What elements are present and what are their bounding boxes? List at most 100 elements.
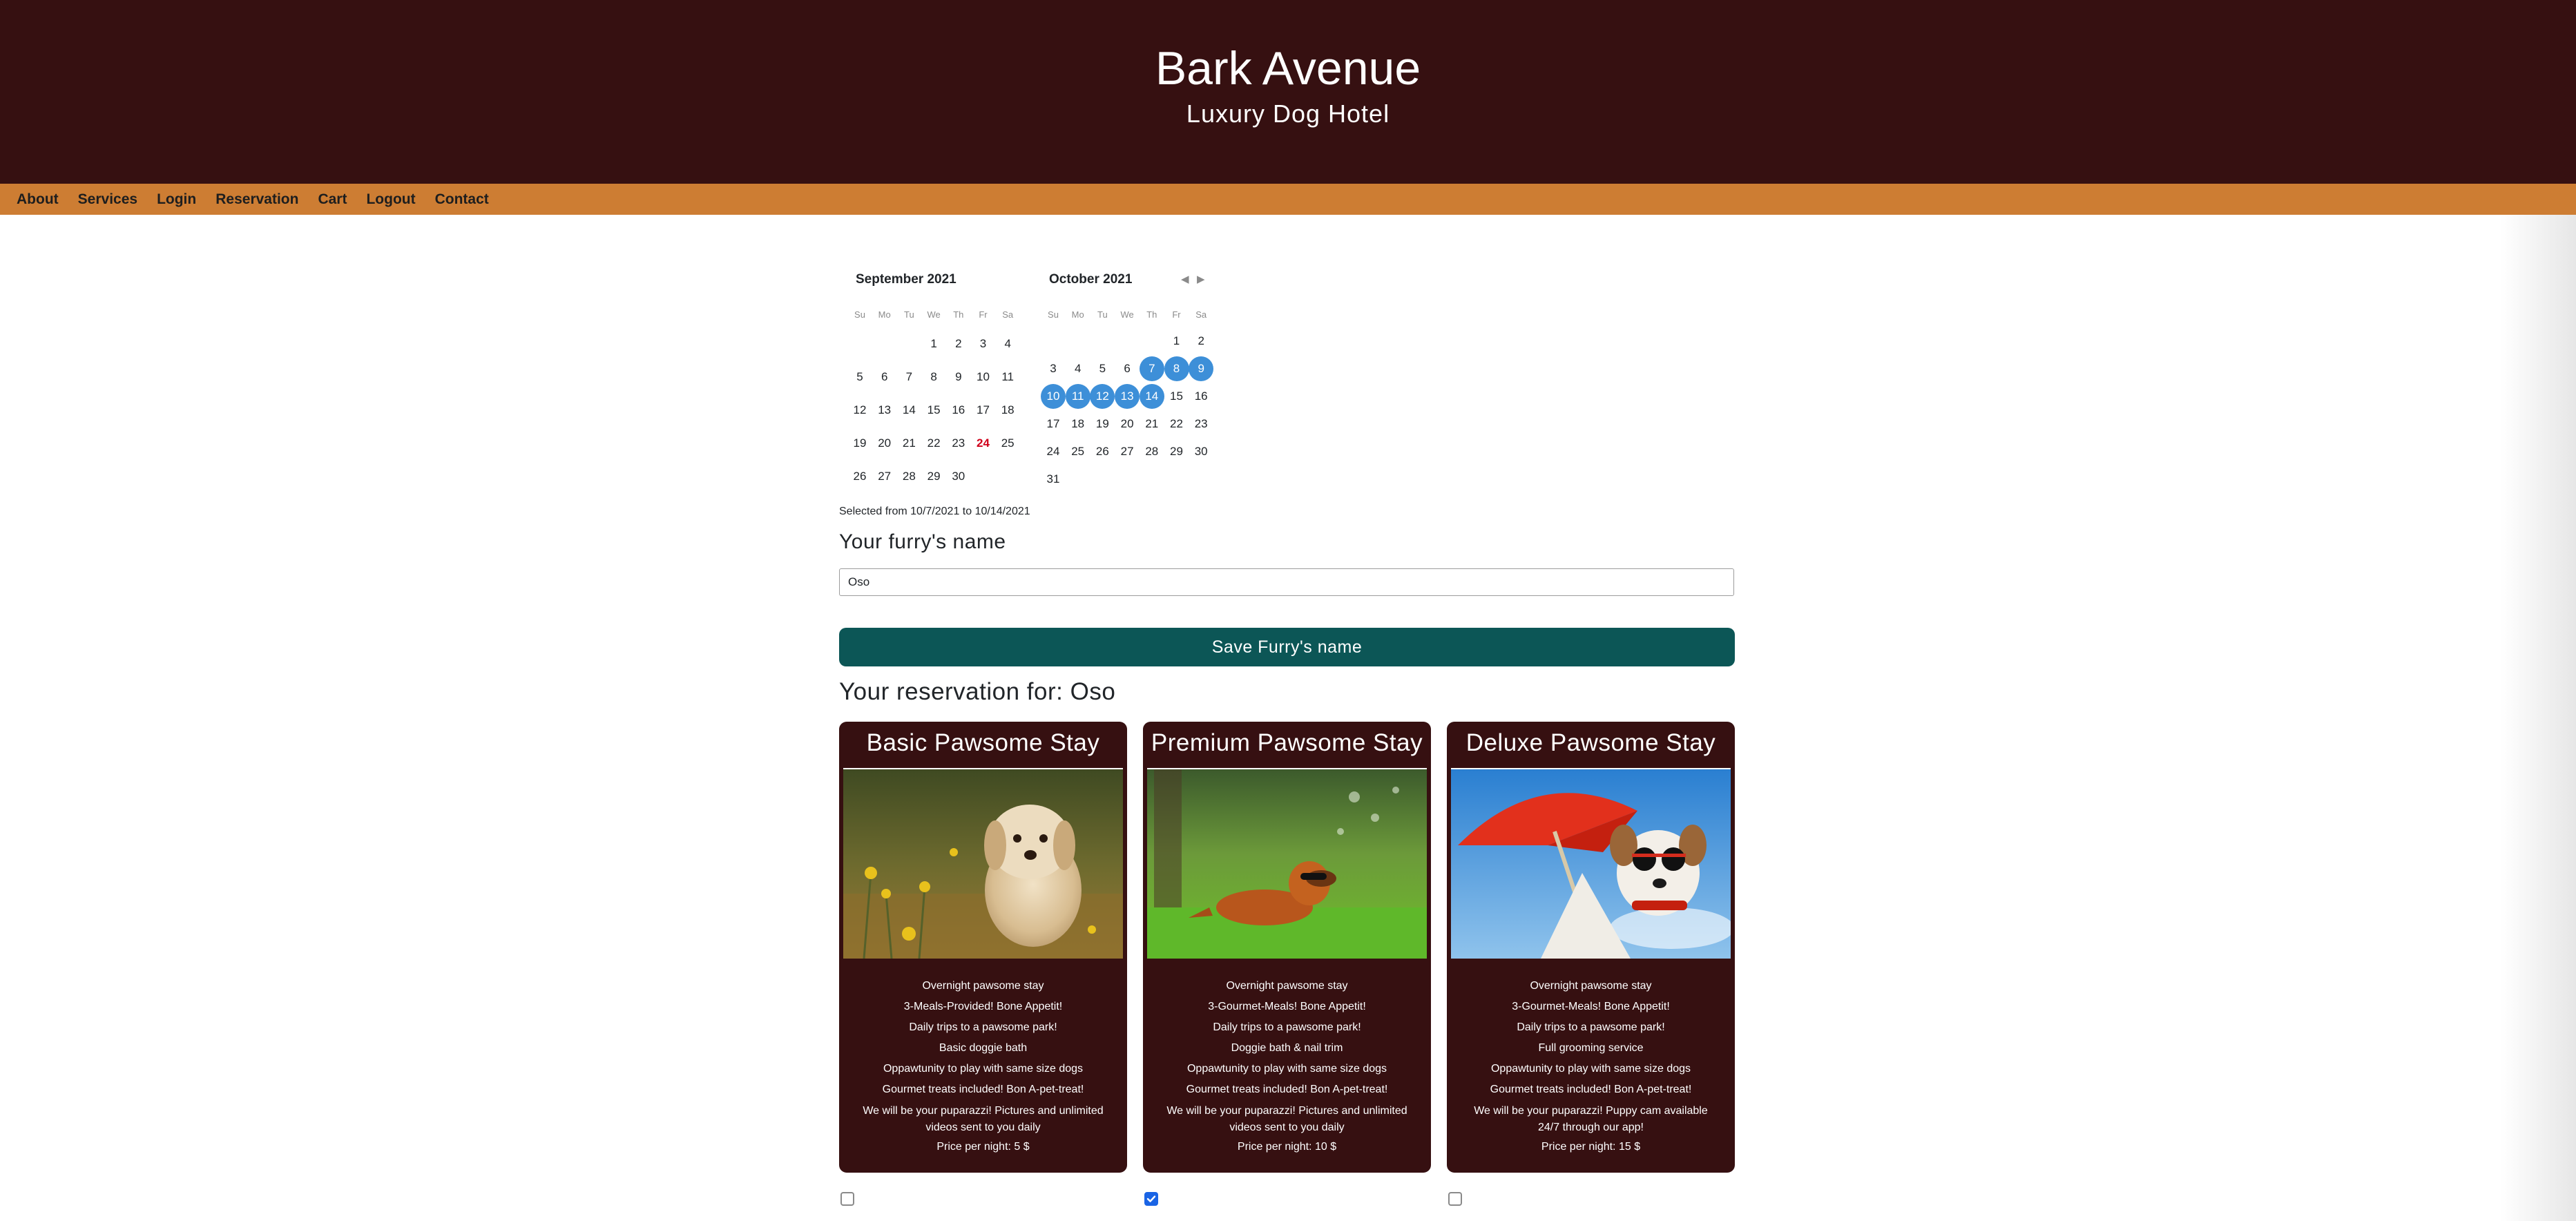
calendar-day[interactable]: 29 — [921, 464, 946, 489]
calendar-day[interactable]: 7 — [1139, 356, 1164, 381]
weekday-label: Sa — [1195, 309, 1207, 320]
calendar-day[interactable]: 9 — [946, 365, 971, 390]
calendar-day[interactable]: 27 — [1115, 439, 1140, 464]
calendar-day[interactable]: 3 — [1041, 356, 1066, 381]
calendar-day[interactable]: 14 — [896, 398, 921, 423]
site-title: Bark Avenue — [1155, 42, 1421, 95]
calendar-day[interactable]: 21 — [1140, 412, 1164, 436]
calendar-day[interactable]: 28 — [1140, 439, 1164, 464]
calendar-day[interactable]: 23 — [1189, 412, 1213, 436]
calendar-day[interactable]: 29 — [1164, 439, 1189, 464]
calendar-day[interactable]: 10 — [1041, 384, 1066, 409]
calendar-day[interactable]: 14 — [1139, 384, 1164, 409]
nav-logout[interactable]: Logout — [356, 184, 425, 215]
calendar-day[interactable]: 12 — [847, 398, 872, 423]
select-basic-checkbox[interactable] — [840, 1192, 854, 1206]
weekday-label: We — [1120, 309, 1134, 320]
select-premium-checkbox[interactable] — [1144, 1192, 1158, 1206]
calendar-day[interactable]: 1 — [921, 331, 946, 356]
nav-services[interactable]: Services — [68, 184, 147, 215]
weekday-label: Su — [854, 309, 865, 320]
nav-cart[interactable]: Cart — [308, 184, 356, 215]
calendar-day[interactable]: 28 — [896, 464, 921, 489]
calendar-day[interactable]: 6 — [872, 365, 897, 390]
calendar-day[interactable]: 30 — [946, 464, 971, 489]
weekday-label: Fr — [1172, 309, 1181, 320]
calendar-day[interactable]: 20 — [1115, 412, 1140, 436]
nav-login[interactable]: Login — [147, 184, 206, 215]
furry-name-label: Your furry's name — [839, 530, 1006, 553]
calendar-day[interactable]: 25 — [995, 431, 1020, 456]
reservation-heading: Your reservation for: Oso — [839, 678, 1115, 706]
feature-item: Doggie bath & nail trim — [1231, 1042, 1343, 1054]
calendar-day[interactable]: 19 — [847, 431, 872, 456]
feature-item: 3-Gourmet-Meals! Bone Appetit! — [1512, 1001, 1670, 1012]
calendar-day[interactable]: 15 — [1164, 384, 1189, 409]
calendar-day[interactable]: 26 — [1090, 439, 1115, 464]
month-title: October 2021 — [1049, 272, 1133, 287]
calendar-day[interactable]: 5 — [847, 365, 872, 390]
calendar-day[interactable]: 4 — [1066, 356, 1090, 381]
package-card-basic: Basic Pawsome Stay Overnight pawsome sta… — [839, 722, 1127, 1173]
triangle-right-icon[interactable]: ▶ — [1197, 273, 1205, 285]
feature-item: Oppawtunity to play with same size dogs — [1186, 1063, 1387, 1075]
calendar-day[interactable]: 11 — [1065, 384, 1090, 409]
select-deluxe-checkbox[interactable] — [1448, 1192, 1462, 1206]
calendar-day[interactable]: 2 — [1189, 329, 1213, 354]
calendar-day[interactable]: 9 — [1189, 356, 1214, 381]
triangle-left-icon[interactable]: ◀ — [1181, 273, 1189, 285]
nav-reservation[interactable]: Reservation — [206, 184, 308, 215]
calendar-day[interactable]: 16 — [946, 398, 971, 423]
calendar-day[interactable]: 11 — [995, 365, 1020, 390]
site-header: Bark Avenue Luxury Dog Hotel — [0, 0, 2576, 184]
calendar-day[interactable]: 13 — [1115, 384, 1140, 409]
calendar-day[interactable]: 6 — [1115, 356, 1140, 381]
feature-item: Gourmet treats included! Bon A-pet-treat… — [1490, 1084, 1692, 1095]
site-subtitle: Luxury Dog Hotel — [1186, 99, 1390, 128]
calendar-day[interactable]: 26 — [847, 464, 872, 489]
nav-contact[interactable]: Contact — [425, 184, 499, 215]
calendar-day[interactable]: 13 — [872, 398, 897, 423]
calendar-day[interactable]: 10 — [971, 365, 996, 390]
calendar-day[interactable]: 30 — [1189, 439, 1213, 464]
calendar-day[interactable]: 31 — [1041, 467, 1066, 492]
feature-item: We will be your puparazzi! Pictures and … — [1166, 1105, 1407, 1133]
calendar-day[interactable]: 23 — [946, 431, 971, 456]
calendar-day[interactable]: 17 — [1041, 412, 1066, 436]
calendar-day[interactable]: 18 — [995, 398, 1020, 423]
feature-item: Oppawtunity to play with same size dogs — [1490, 1063, 1691, 1075]
calendar-day[interactable]: 8 — [1164, 356, 1189, 381]
nav-about[interactable]: About — [7, 184, 68, 215]
feature-item: Overnight pawsome stay — [1226, 980, 1348, 992]
calendar-day[interactable]: 2 — [946, 331, 971, 356]
calendar-day[interactable]: 17 — [971, 398, 996, 423]
calendar-day[interactable]: 24 — [1041, 439, 1066, 464]
calendar-day[interactable]: 16 — [1189, 384, 1213, 409]
calendar-day[interactable]: 7 — [896, 365, 921, 390]
calendar-day[interactable]: 15 — [921, 398, 946, 423]
furry-name-input[interactable] — [839, 568, 1734, 596]
feature-item: 3-Meals-Provided! Bone Appetit! — [903, 1001, 1063, 1012]
calendar-day[interactable]: 18 — [1066, 412, 1090, 436]
save-furry-name-button[interactable]: Save Furry's name — [839, 628, 1735, 666]
right-edge-shadow — [2500, 214, 2576, 1221]
calendar-day[interactable]: 24 — [971, 431, 996, 456]
calendar-day[interactable]: 22 — [921, 431, 946, 456]
calendar-day[interactable]: 20 — [872, 431, 897, 456]
calendar-day[interactable]: 4 — [995, 331, 1020, 356]
calendar-day[interactable]: 22 — [1164, 412, 1189, 436]
calendar-day[interactable]: 25 — [1066, 439, 1090, 464]
calendar-day[interactable]: 21 — [896, 431, 921, 456]
package-card-deluxe: Deluxe Pawsome Stay Overnight pawsome st… — [1447, 722, 1735, 1173]
calendar-day[interactable]: 12 — [1090, 384, 1115, 409]
calendar-day[interactable]: 5 — [1090, 356, 1115, 381]
feature-item: Overnight pawsome stay — [922, 980, 1044, 992]
calendar-day[interactable]: 3 — [971, 331, 996, 356]
weekday-label: Mo — [1071, 309, 1084, 320]
package-title: Deluxe Pawsome Stay — [1465, 729, 1716, 756]
calendar-day[interactable]: 8 — [921, 365, 946, 390]
main-nav: About Services Login Reservation Cart Lo… — [0, 184, 2576, 215]
calendar-day[interactable]: 27 — [872, 464, 897, 489]
calendar-day[interactable]: 1 — [1164, 329, 1189, 354]
calendar-day[interactable]: 19 — [1090, 412, 1115, 436]
